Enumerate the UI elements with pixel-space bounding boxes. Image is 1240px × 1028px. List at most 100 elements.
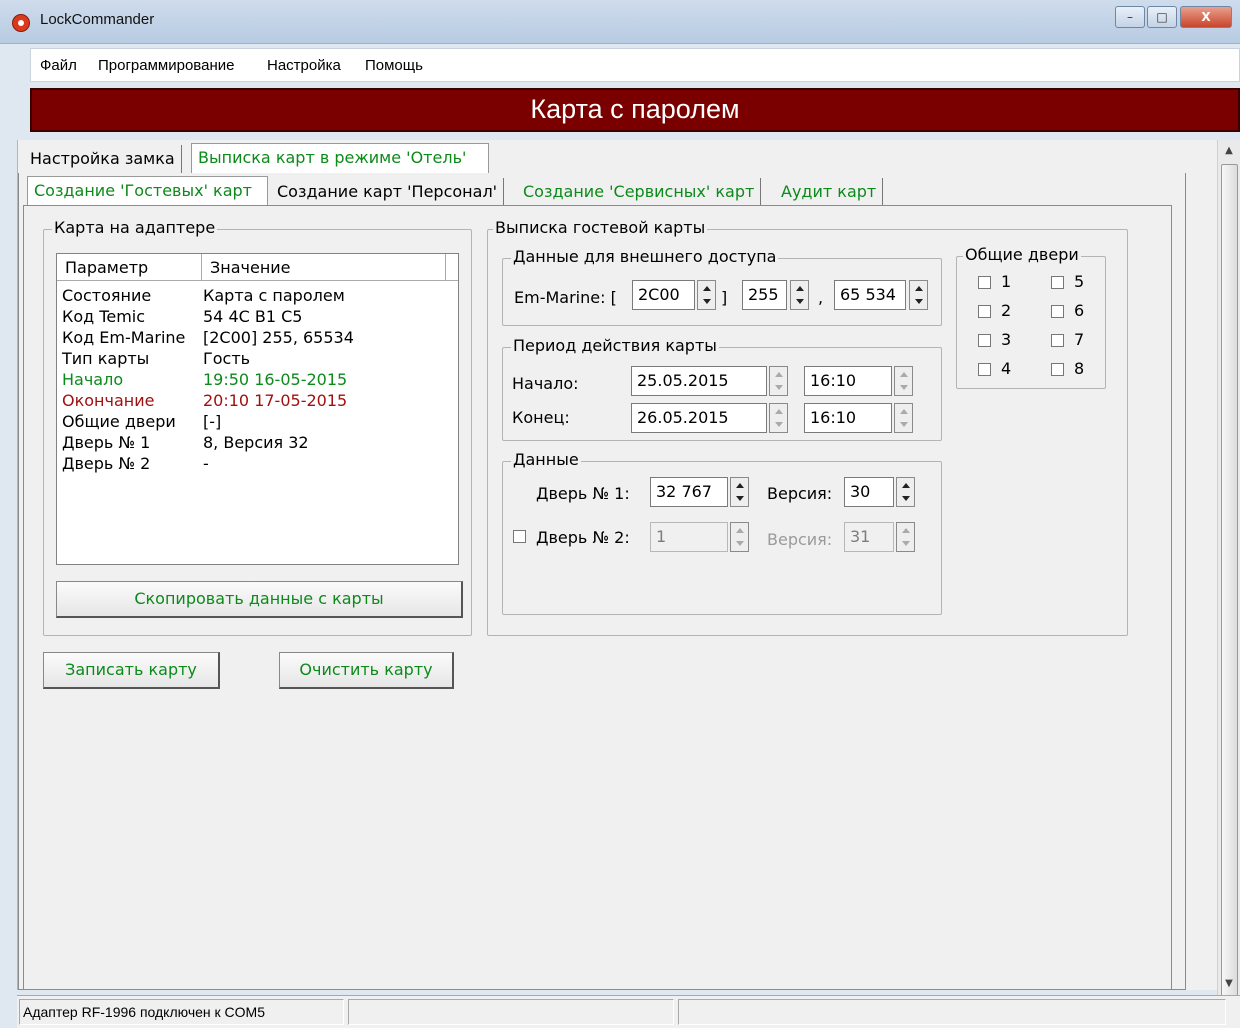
- em-marine-val1-input[interactable]: 255: [742, 280, 787, 310]
- common-door-checkbox-2[interactable]: [978, 305, 991, 318]
- version1-label: Версия:: [767, 484, 833, 503]
- end-date-spinner[interactable]: [769, 403, 788, 433]
- common-door-label: 3: [1001, 330, 1012, 349]
- door2-label: Дверь № 2:: [536, 528, 630, 547]
- door1-spinner[interactable]: [730, 477, 749, 507]
- start-time-spinner[interactable]: [894, 366, 913, 396]
- start-date-input[interactable]: 25.05.2015: [631, 366, 767, 396]
- write-card-button[interactable]: Записать карту: [43, 652, 220, 689]
- bracket-close: ]: [721, 288, 728, 307]
- door2-spinner[interactable]: [730, 522, 749, 552]
- version1-input[interactable]: 30: [844, 477, 894, 507]
- common-door-label: 2: [1001, 301, 1012, 320]
- scroll-thumb[interactable]: [1221, 164, 1238, 1006]
- status-text: Адаптер RF-1996 подключен к COM5: [19, 999, 344, 1025]
- menu-programming[interactable]: Программирование: [98, 57, 234, 74]
- status-panel-2: [348, 999, 674, 1025]
- scroll-up-icon[interactable]: ▲: [1218, 142, 1240, 160]
- clear-card-button[interactable]: Очистить карту: [279, 652, 454, 689]
- menu-file[interactable]: Файл: [40, 57, 77, 74]
- common-door-checkbox-5[interactable]: [1051, 276, 1064, 289]
- common-door-label: 7: [1074, 330, 1085, 349]
- list-item-value: 20:10 17-05-2015: [203, 391, 348, 410]
- common-door-label: 4: [1001, 359, 1012, 378]
- card-on-adapter-label: Карта на адаптере: [52, 218, 218, 237]
- tab-service-cards[interactable]: Создание 'Сервисных' карт: [517, 178, 762, 208]
- title-bar: [0, 0, 1240, 44]
- list-item-param: Начало: [62, 370, 124, 389]
- list-item-value: [2C00] 255, 65534: [203, 328, 354, 347]
- list-item-param: Окончание: [62, 391, 155, 410]
- tab-guest-cards[interactable]: Создание 'Гостевых' карт: [27, 176, 268, 206]
- list-item-param: Дверь № 1: [62, 433, 151, 452]
- close-button[interactable]: X: [1180, 6, 1232, 28]
- door1-input[interactable]: 32 767: [650, 477, 728, 507]
- version1-spinner[interactable]: [896, 477, 915, 507]
- door2-checkbox[interactable]: [513, 530, 526, 543]
- version2-input[interactable]: 31: [844, 522, 894, 552]
- start-date-spinner[interactable]: [769, 366, 788, 396]
- minimize-button[interactable]: –: [1115, 6, 1145, 28]
- tab-hotel-mode[interactable]: Выписка карт в режиме 'Отель': [191, 143, 489, 173]
- list-item-value: -: [203, 454, 209, 473]
- status-bar: Адаптер RF-1996 подключен к COM5: [17, 995, 1240, 1028]
- list-item-value: 54 4C B1 C5: [203, 307, 303, 326]
- common-doors-label: Общие двери: [963, 245, 1081, 264]
- start-time-input[interactable]: 16:10: [804, 366, 892, 396]
- end-time-input[interactable]: 16:10: [804, 403, 892, 433]
- version2-spinner[interactable]: [896, 522, 915, 552]
- common-door-checkbox-4[interactable]: [978, 363, 991, 376]
- end-label: Конец:: [512, 408, 570, 427]
- common-door-label: 8: [1074, 359, 1085, 378]
- list-item-param: Тип карты: [62, 349, 150, 368]
- em-marine-val2-spinner[interactable]: [909, 280, 928, 310]
- column-param[interactable]: Параметр: [57, 254, 202, 281]
- menu-help[interactable]: Помощь: [365, 57, 423, 74]
- door2-input[interactable]: 1: [650, 522, 728, 552]
- menu-settings[interactable]: Настройка: [267, 57, 341, 74]
- end-time-spinner[interactable]: [894, 403, 913, 433]
- em-marine-val2-input[interactable]: 65 534: [834, 280, 906, 310]
- tab-lock-settings[interactable]: Настройка замка: [24, 145, 182, 175]
- start-label: Начало:: [512, 374, 579, 393]
- list-item-value: [-]: [203, 412, 222, 431]
- column-value[interactable]: Значение: [202, 254, 446, 281]
- common-door-label: 6: [1074, 301, 1085, 320]
- common-door-checkbox-6[interactable]: [1051, 305, 1064, 318]
- status-panel-3: [678, 999, 1226, 1025]
- common-door-checkbox-3[interactable]: [978, 334, 991, 347]
- common-door-label: 5: [1074, 272, 1085, 291]
- list-item-value: 19:50 16-05-2015: [203, 370, 348, 389]
- card-status-header: Карта с паролем: [30, 88, 1240, 132]
- tab-card-audit[interactable]: Аудит карт: [775, 178, 884, 208]
- list-item-param: Дверь № 2: [62, 454, 151, 473]
- copy-card-data-button[interactable]: Скопировать данные с карты: [56, 581, 463, 618]
- external-access-label: Данные для внешнего доступа: [511, 247, 779, 266]
- guest-card-label: Выписка гостевой карты: [493, 218, 708, 237]
- em-marine-code-spinner[interactable]: [697, 280, 716, 310]
- comma: ,: [818, 288, 824, 307]
- common-door-label: 1: [1001, 272, 1012, 291]
- common-door-checkbox-7[interactable]: [1051, 334, 1064, 347]
- menu-bar: Файл Программирование Настройка Помощь: [30, 48, 1240, 82]
- list-item-value: 8, Версия 32: [203, 433, 309, 452]
- common-door-checkbox-1[interactable]: [978, 276, 991, 289]
- list-item-param: Общие двери: [62, 412, 176, 431]
- common-door-checkbox-8[interactable]: [1051, 363, 1064, 376]
- list-item-value: Гость: [203, 349, 251, 368]
- window-title: LockCommander: [40, 11, 155, 28]
- tab-staff-cards[interactable]: Создание карт 'Персонал': [271, 178, 505, 208]
- card-params-list[interactable]: Параметр Значение Состояние Карта с парол…: [56, 253, 459, 565]
- end-date-input[interactable]: 26.05.2015: [631, 403, 767, 433]
- validity-period-label: Период действия карты: [511, 336, 719, 355]
- version2-label: Версия:: [767, 530, 833, 549]
- vertical-scrollbar[interactable]: ▲ ▼: [1217, 140, 1240, 1006]
- em-marine-code-input[interactable]: 2C00: [632, 280, 695, 310]
- maximize-button[interactable]: □: [1147, 6, 1177, 28]
- list-header: Параметр Значение: [57, 254, 458, 281]
- em-marine-val1-spinner[interactable]: [790, 280, 809, 310]
- card-status-title: Карта с паролем: [530, 94, 740, 124]
- scroll-down-icon[interactable]: ▼: [1218, 975, 1240, 993]
- app-icon: [12, 14, 30, 32]
- list-item-value: Карта с паролем: [203, 286, 345, 305]
